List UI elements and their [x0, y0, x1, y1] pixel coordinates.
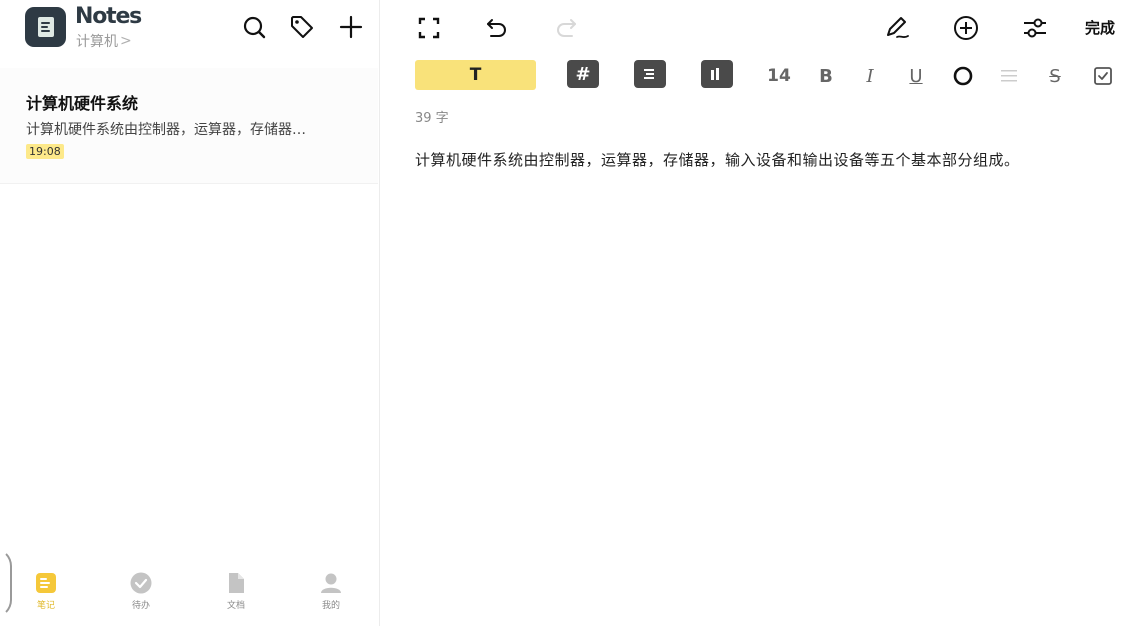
nav-tab-profile[interactable]: 我的	[309, 572, 353, 618]
align-button[interactable]	[999, 63, 1019, 89]
nav-label-docs: 文档	[226, 601, 245, 611]
pen-icon	[887, 17, 909, 39]
app-logo-icon	[25, 7, 66, 47]
nav-tab-todo[interactable]: 待办	[119, 572, 163, 618]
note-preview: 计算机硬件系统由控制器，运算器，存储器…	[26, 122, 306, 138]
note-body-editor[interactable]: 计算机硬件系统由控制器，运算器，存储器，输入设备和输出设备等五个基本部分组成。	[415, 149, 1020, 170]
document-icon	[229, 573, 244, 593]
person-icon	[321, 573, 341, 593]
word-count: 39 字	[415, 111, 449, 126]
nav-label-profile: 我的	[321, 601, 340, 611]
layout-style-button[interactable]	[701, 60, 733, 88]
strikethrough-button[interactable]: S	[1045, 63, 1065, 89]
underline-button[interactable]: U	[907, 63, 925, 89]
note-list-item[interactable]: 计算机硬件系统 计算机硬件系统由控制器，运算器，存储器… 19:08	[0, 68, 378, 184]
adjust-icon	[1024, 18, 1046, 38]
list-lines-icon	[644, 69, 654, 79]
text-color-button[interactable]	[952, 63, 974, 89]
tag-button[interactable]	[288, 13, 316, 41]
app-header: Notes 计算机 >	[0, 0, 380, 58]
redo-icon	[557, 19, 576, 37]
heading-style-button[interactable]: #	[567, 60, 599, 88]
bottom-nav: 笔记 待办 文档 我的	[0, 566, 378, 626]
add-circle-icon	[954, 16, 978, 40]
search-button[interactable]	[240, 13, 268, 41]
checkbox-icon	[1094, 67, 1112, 85]
folder-name: 计算机	[76, 34, 118, 50]
text-style-button[interactable]: T	[415, 60, 536, 90]
app-title: Notes	[75, 4, 142, 29]
bold-button[interactable]: B	[817, 63, 835, 89]
new-note-button[interactable]	[337, 13, 365, 41]
redo-button[interactable]	[553, 15, 579, 41]
note-time-badge: 19:08	[26, 144, 64, 159]
search-icon	[243, 16, 266, 39]
nav-tab-docs[interactable]: 文档	[214, 572, 258, 618]
note-title: 计算机硬件系统	[26, 94, 139, 113]
italic-button[interactable]: I	[862, 63, 878, 89]
nav-label-todo: 待办	[131, 601, 150, 611]
undo-button[interactable]	[484, 15, 510, 41]
settings-adjust-button[interactable]	[1021, 14, 1049, 42]
tag-icon	[291, 16, 313, 38]
format-toolbar: T # 14 B I U S	[381, 58, 1148, 94]
plus-icon	[339, 15, 363, 39]
note-editor: 完成 T # 14 B I U S 39 字 计算机硬件系统由控制器，运算器，存…	[381, 0, 1148, 626]
heading-label: #	[575, 63, 591, 85]
insert-button[interactable]	[952, 14, 980, 42]
handwriting-button[interactable]	[883, 14, 911, 42]
done-button[interactable]: 完成	[1085, 17, 1115, 38]
align-lines-icon	[1001, 70, 1017, 82]
font-size-button[interactable]: 14	[767, 63, 791, 89]
notes-sidebar: Notes 计算机 > 计算机硬件系统 计算机硬件系统由控制器，运算器，存储器……	[0, 0, 380, 626]
nav-label-notes: 笔记	[36, 601, 55, 611]
layout-columns-icon	[711, 68, 719, 80]
folder-selector[interactable]: 计算机 >	[76, 31, 132, 51]
fullscreen-button[interactable]	[417, 16, 441, 40]
chevron-right-icon: >	[120, 33, 132, 49]
undo-icon	[487, 19, 506, 37]
check-circle-icon	[130, 572, 152, 594]
checkbox-button[interactable]	[1092, 63, 1114, 89]
nav-tab-notes[interactable]: 笔记	[24, 572, 68, 618]
color-circle-icon	[953, 66, 973, 86]
list-style-button[interactable]	[634, 60, 666, 88]
fullscreen-icon	[418, 17, 440, 39]
note-icon	[36, 573, 56, 593]
